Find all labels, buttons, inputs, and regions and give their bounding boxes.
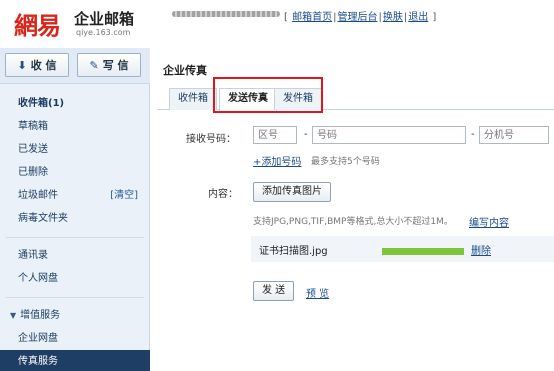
format-hint: 支持JPG,PNG,TIF,BMP等格式,总大小不超过1M。 [253, 217, 453, 227]
add-number-link[interactable]: +添加号码 [253, 153, 301, 168]
attached-file-row: 证书扫描图.jpg 删除 [251, 236, 554, 262]
sidebar-item-personal-drive[interactable]: 个人网盘 [0, 267, 150, 290]
tab-fax-outbox[interactable]: 发件箱 [274, 88, 322, 110]
sidebar-divider [6, 290, 144, 298]
edit-content-link[interactable]: 编写内容 [469, 214, 509, 229]
sidebar-divider [6, 230, 144, 238]
content-label: 内容： [208, 189, 238, 200]
file-name: 证书扫描图.jpg [259, 246, 328, 257]
extension-input[interactable] [479, 126, 549, 144]
send-button[interactable]: 发 送 [253, 281, 295, 301]
sidebar-item-inbox[interactable]: 收件箱(1) [0, 92, 150, 115]
fax-tabs: 收件箱 发送传真 发件箱 [157, 88, 554, 111]
sidebar-item-fax-service[interactable]: 传真服务 [0, 350, 150, 371]
receive-mail-button[interactable]: ⬇ 收 信 [5, 53, 69, 77]
sidebar-item-label: 草稿箱 [18, 121, 48, 132]
empty-spam-link[interactable]: [清空] [110, 184, 138, 207]
sidebar-item-label: 垃圾邮件 [18, 190, 58, 201]
sidebar-item-spam[interactable]: 垃圾邮件 [清空] [0, 184, 150, 207]
sidebar-item-virus[interactable]: 病毒文件夹 [0, 207, 150, 230]
netease-logo[interactable]: 網易 企业邮箱 qiye.163.com [14, 6, 194, 40]
chevron-down-icon: ▼ [10, 311, 17, 320]
recipient-label: 接收号码： [186, 134, 236, 145]
sidebar-item-label: 已发送 [18, 144, 48, 155]
write-label: 写 信 [102, 59, 129, 72]
sidebar-item-sent[interactable]: 已发送 [0, 138, 150, 161]
sidebar-item-label: 传真服务 [18, 356, 58, 367]
fax-number-input[interactable] [312, 126, 466, 144]
page-title: 企业传真 [163, 64, 207, 77]
write-mail-button[interactable]: ✎ 写 信 [77, 53, 141, 77]
logo-subtitle: qiye.163.com [76, 28, 131, 37]
sidebar-section-value-added[interactable]: ▼ 增值服务 [0, 304, 150, 327]
sidebar-item-label: 个人网盘 [18, 273, 58, 284]
dash-separator: - [304, 129, 308, 140]
sidebar-item-contacts[interactable]: 通讯录 [0, 244, 150, 267]
sidebar-item-label: 增值服务 [20, 310, 61, 321]
sidebar-item-label: 已删除 [18, 167, 48, 178]
download-icon: ⬇ [17, 58, 27, 72]
add-fax-image-button[interactable]: 添加传真图片 [253, 182, 331, 202]
edit-icon: ✎ [89, 58, 99, 72]
tab-fax-inbox[interactable]: 收件箱 [169, 88, 217, 110]
sidebar-nav: 收件箱(1) 草稿箱 已发送 已删除 垃圾邮件 [清空] 病毒文件夹 通讯录 个人… [0, 92, 150, 371]
sidebar-item-drafts[interactable]: 草稿箱 [0, 115, 150, 138]
logo-mark: 網易 [14, 11, 61, 40]
link-change-skin[interactable]: 换肤 [383, 12, 403, 23]
header: 網易 企业邮箱 qiye.163.com [ 邮箱首页|管理后台|换肤|退出 ] [0, 0, 554, 44]
sidebar-item-deleted[interactable]: 已删除 [0, 161, 150, 184]
main-panel: 企业传真 收件箱 发送传真 发件箱 接收号码： - - +添加号码 最多支持5个… [151, 48, 554, 371]
sidebar-item-enterprise-drive[interactable]: 企业网盘 [0, 327, 150, 350]
compose-toolbar: ⬇ 收 信 ✎ 写 信 [0, 48, 150, 84]
dash-separator: - [471, 129, 475, 140]
link-admin-console[interactable]: 管理后台 [337, 12, 377, 23]
tab-send-fax[interactable]: 发送传真 [219, 88, 277, 111]
sidebar-item-label: 病毒文件夹 [18, 213, 68, 224]
upload-progress-bar [382, 248, 464, 255]
area-code-input[interactable] [253, 126, 297, 144]
sidebar-item-label: 收件箱(1) [18, 98, 65, 109]
link-mail-home[interactable]: 邮箱首页 [292, 12, 332, 23]
add-number-hint: 最多支持5个号码 [311, 157, 380, 167]
sidebar-item-label: 通讯录 [18, 250, 48, 261]
top-links: [ 邮箱首页|管理后台|换肤|退出 ] [284, 12, 437, 23]
logo-title: 企业邮箱 [74, 10, 135, 28]
receive-label: 收 信 [30, 59, 57, 72]
delete-file-link[interactable]: 删除 [471, 242, 491, 257]
preview-link[interactable]: 预 览 [306, 285, 329, 300]
upload-progress-fill [382, 248, 464, 255]
blurred-account-name [172, 11, 280, 17]
sidebar-item-label: 企业网盘 [18, 333, 58, 344]
link-logout[interactable]: 退出 [408, 12, 428, 23]
sidebar: ⬇ 收 信 ✎ 写 信 收件箱(1) 草稿箱 已发送 已删除 垃圾邮件 [清空] … [0, 48, 150, 371]
